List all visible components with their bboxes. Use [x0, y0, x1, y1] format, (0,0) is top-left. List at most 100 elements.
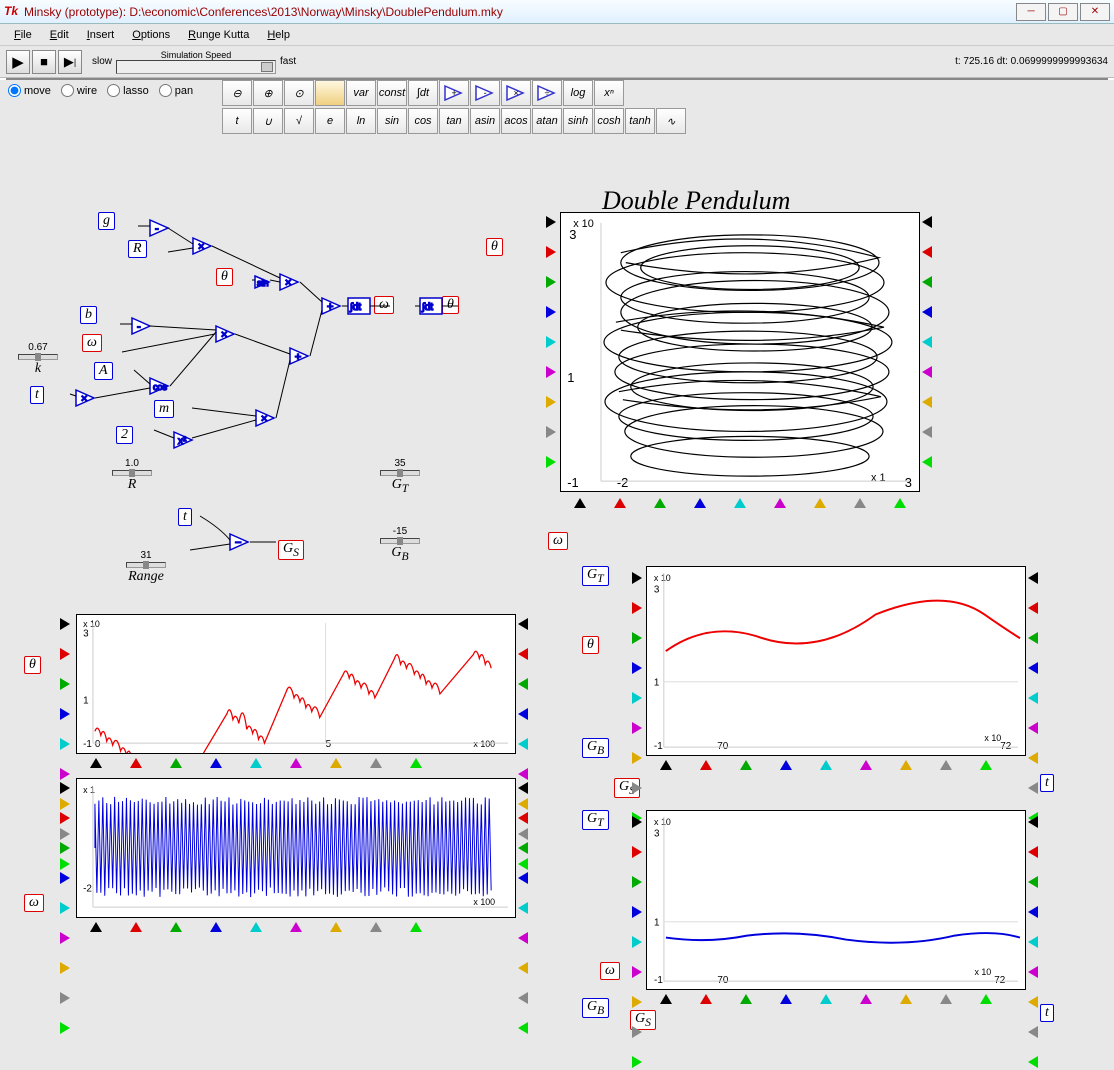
plot-connector[interactable] — [922, 366, 932, 378]
plot-connector[interactable] — [210, 922, 222, 932]
plot-connector[interactable] — [632, 632, 642, 644]
plot-connector[interactable] — [900, 760, 912, 770]
plot-connector[interactable] — [546, 426, 556, 438]
palette-⊖[interactable]: ⊖ — [222, 80, 252, 106]
palette-var[interactable]: var — [346, 80, 376, 106]
plot-connector[interactable] — [780, 994, 792, 1004]
plot-connector[interactable] — [1028, 602, 1038, 614]
plot-connector[interactable] — [632, 846, 642, 858]
plot-connector[interactable] — [894, 498, 906, 508]
plot-connector[interactable] — [980, 994, 992, 1004]
play-button[interactable]: ▶ — [6, 50, 30, 74]
plot-connector[interactable] — [574, 498, 586, 508]
plot-connector[interactable] — [632, 1056, 642, 1068]
slider-GT[interactable]: 35 GT — [380, 458, 420, 495]
palette-const[interactable]: const — [377, 80, 407, 106]
plot-connector[interactable] — [734, 498, 746, 508]
menu-help[interactable]: Help — [259, 27, 298, 43]
plot-connector[interactable] — [700, 760, 712, 770]
plot5-input-t[interactable]: t — [1040, 1004, 1054, 1022]
plot-connector[interactable] — [632, 722, 642, 734]
plot-connector[interactable] — [546, 336, 556, 348]
minimize-button[interactable]: ─ — [1016, 3, 1046, 21]
speed-slider[interactable] — [116, 60, 276, 74]
plot-connector[interactable] — [774, 498, 786, 508]
canvas[interactable]: g R θ b ω A t m 2 ω θ t GS - × sin × - ×… — [0, 138, 1114, 1070]
plot-connector[interactable] — [1028, 816, 1038, 828]
plot-connector[interactable] — [660, 760, 672, 770]
plot-connector[interactable] — [210, 758, 222, 768]
menu-options[interactable]: Options — [124, 27, 178, 43]
plot-connector[interactable] — [614, 498, 626, 508]
palette-▷×[interactable]: × — [501, 80, 531, 106]
plot-connector[interactable] — [740, 994, 752, 1004]
plot-connector[interactable] — [1028, 936, 1038, 948]
plot-connector[interactable] — [518, 1022, 528, 1034]
mode-wire[interactable]: wire — [61, 84, 97, 97]
plot-connector[interactable] — [518, 902, 528, 914]
plot-connector[interactable] — [632, 782, 642, 794]
plot-connector[interactable] — [632, 966, 642, 978]
plot-connector[interactable] — [740, 760, 752, 770]
plot-connector[interactable] — [60, 678, 70, 690]
plot-connector[interactable] — [1028, 572, 1038, 584]
plot-connector[interactable] — [518, 842, 528, 854]
close-button[interactable]: ✕ — [1080, 3, 1110, 21]
plot-connector[interactable] — [330, 922, 342, 932]
plot-connector[interactable] — [60, 738, 70, 750]
plot-connector[interactable] — [60, 1022, 70, 1034]
menu-runge-kutta[interactable]: Runge Kutta — [180, 27, 257, 43]
plot-connector[interactable] — [60, 812, 70, 824]
plot-connector[interactable] — [632, 936, 642, 948]
plot-connector[interactable] — [632, 906, 642, 918]
plot-connector[interactable] — [1028, 1056, 1038, 1068]
plot-connector[interactable] — [250, 758, 262, 768]
slider-R[interactable]: 1.0 R — [112, 458, 152, 493]
plot-connector[interactable] — [130, 922, 142, 932]
plot2-input-theta[interactable]: θ — [24, 656, 41, 674]
plot-connector[interactable] — [1028, 1026, 1038, 1038]
plot-connector[interactable] — [290, 922, 302, 932]
mode-move[interactable]: move — [8, 84, 51, 97]
plot-connector[interactable] — [370, 922, 382, 932]
palette-▷÷[interactable]: ÷ — [532, 80, 562, 106]
plot-connector[interactable] — [60, 768, 70, 780]
plot-connector[interactable] — [518, 992, 528, 1004]
palette-xⁿ[interactable]: xⁿ — [594, 80, 624, 106]
plot-connector[interactable] — [632, 572, 642, 584]
plot-connector[interactable] — [60, 902, 70, 914]
palette-atan[interactable]: atan — [532, 108, 562, 134]
plot-connector[interactable] — [518, 738, 528, 750]
plot-connector[interactable] — [814, 498, 826, 508]
plot-theta-zoom[interactable]: x 103 1-1 70x 10 72 — [646, 566, 1026, 756]
slider-k[interactable]: 0.67 k — [18, 342, 58, 377]
plot-connector[interactable] — [170, 758, 182, 768]
plot-connector[interactable] — [660, 994, 672, 1004]
plot-connector[interactable] — [922, 336, 932, 348]
plot-connector[interactable] — [518, 962, 528, 974]
plot-phase[interactable]: x 103 1 -2-1 x 13 — [560, 212, 920, 492]
plot-connector[interactable] — [546, 216, 556, 228]
plot-connector[interactable] — [60, 932, 70, 944]
plot-connector[interactable] — [546, 276, 556, 288]
palette-∪[interactable]: ∪ — [253, 108, 283, 134]
plot-connector[interactable] — [980, 760, 992, 770]
palette-⊕[interactable]: ⊕ — [253, 80, 283, 106]
plot-connector[interactable] — [1028, 782, 1038, 794]
plot-connector[interactable] — [90, 922, 102, 932]
plot-connector[interactable] — [922, 246, 932, 258]
plot5-input-GT[interactable]: GT — [582, 810, 609, 830]
palette-ln[interactable]: ln — [346, 108, 376, 134]
palette-sin[interactable]: sin — [377, 108, 407, 134]
mode-pan[interactable]: pan — [159, 84, 193, 97]
plot-connector[interactable] — [518, 708, 528, 720]
plot-connector[interactable] — [60, 648, 70, 660]
plot-connector[interactable] — [694, 498, 706, 508]
plot5-input-GB[interactable]: GB — [582, 998, 609, 1018]
plot-omega-zoom[interactable]: x 103 1-1 70x 10 72 — [646, 810, 1026, 990]
palette-asin[interactable]: asin — [470, 108, 500, 134]
plot-connector[interactable] — [922, 396, 932, 408]
plot-connector[interactable] — [1028, 966, 1038, 978]
plot-connector[interactable] — [780, 760, 792, 770]
plot-connector[interactable] — [410, 922, 422, 932]
